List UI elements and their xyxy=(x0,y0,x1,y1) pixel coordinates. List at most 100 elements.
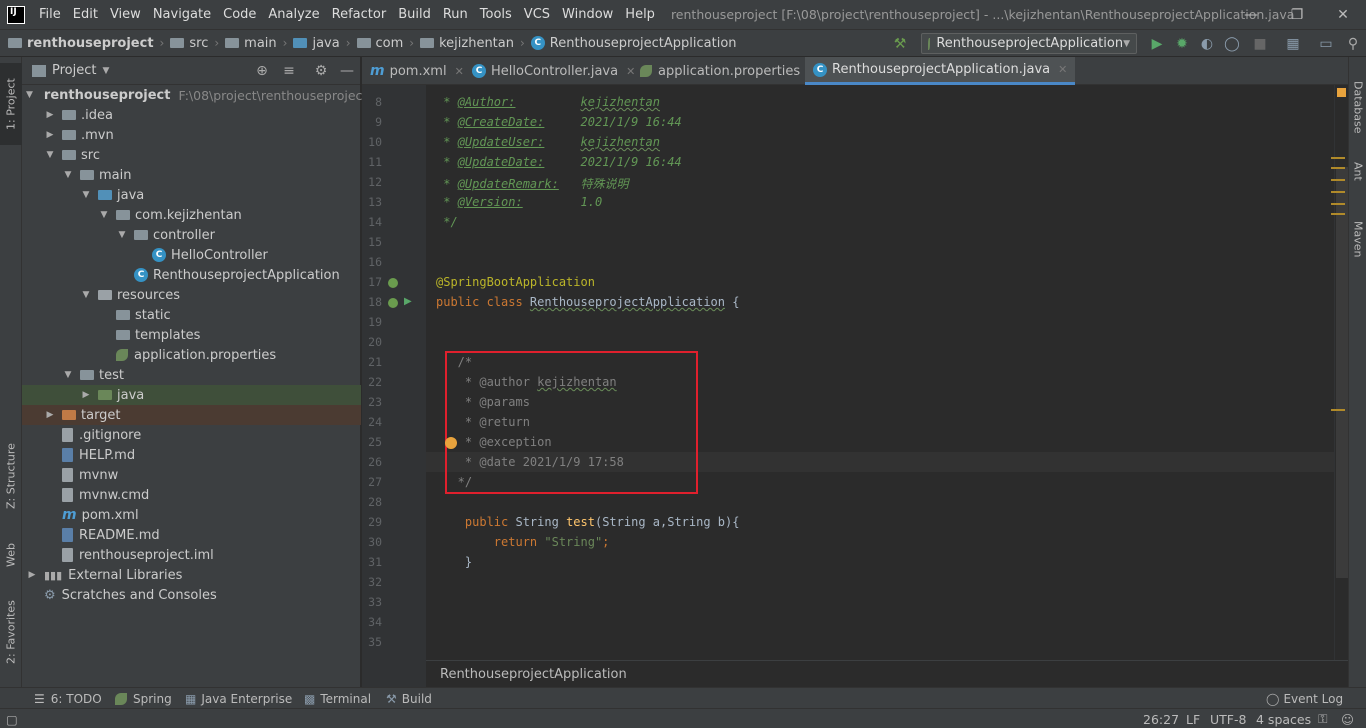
tree-item[interactable]: m pom.xml xyxy=(22,505,361,525)
run-configuration-select[interactable]: RenthouseprojectApplication ▼ xyxy=(921,33,1137,54)
menu-tools[interactable]: Tools xyxy=(474,0,518,29)
tab-application-properties[interactable]: application.properties ✕ xyxy=(632,57,825,85)
caret-position[interactable]: 26:27 xyxy=(1143,709,1179,728)
menu-analyze[interactable]: Analyze xyxy=(262,0,325,29)
chevron-right-icon[interactable]: ▶ xyxy=(44,130,56,140)
maven-tool-tab[interactable]: Maven xyxy=(1349,209,1366,269)
tree-item[interactable]: ▼ resources xyxy=(22,285,361,305)
minimize-icon[interactable]: — xyxy=(1228,0,1274,29)
menu-run[interactable]: Run xyxy=(437,0,474,29)
project-structure-icon[interactable]: ▦ xyxy=(1283,34,1303,54)
tree-item[interactable]: C RenthouseprojectApplication xyxy=(22,265,361,285)
chevron-right-icon[interactable]: ▶ xyxy=(26,570,38,580)
build-tool-tab[interactable]: ⚒ Build xyxy=(386,688,432,709)
web-tool-tab[interactable]: Web xyxy=(0,527,22,583)
hide-icon[interactable]: — xyxy=(339,63,355,79)
tree-item[interactable]: ▼ main xyxy=(22,165,361,185)
event-log-tool-tab[interactable]: ◯ Event Log xyxy=(1266,688,1343,709)
menu-navigate[interactable]: Navigate xyxy=(147,0,217,29)
toolbox-icon[interactable]: ▭ xyxy=(1316,34,1336,54)
tree-item[interactable]: ▼ renthouseproject F:\08\project\renthouse… xyxy=(22,85,367,105)
tree-item[interactable]: ▶ .mvn xyxy=(22,125,361,145)
menu-view[interactable]: View xyxy=(104,0,147,29)
menu-build[interactable]: Build xyxy=(392,0,437,29)
tree-item[interactable]: static xyxy=(22,305,361,325)
crumb-src[interactable]: src › xyxy=(170,36,225,51)
structure-tool-tab[interactable]: Z: Structure xyxy=(0,433,22,519)
collapse-all-icon[interactable]: ≡ xyxy=(281,63,297,79)
tree-item[interactable]: HELP.md xyxy=(22,445,361,465)
tree-item[interactable]: ▼ controller xyxy=(22,225,361,245)
chevron-down-icon[interactable]: ▼ xyxy=(98,210,110,220)
spring-tool-tab[interactable]: Spring xyxy=(115,688,172,709)
debug-icon[interactable]: ✹ xyxy=(1172,34,1192,54)
profile-icon[interactable]: ◯ xyxy=(1222,34,1242,54)
menu-window[interactable]: Window xyxy=(556,0,619,29)
todo-tool-tab[interactable]: ☰ 6: TODO xyxy=(34,688,102,709)
toggle-tool-windows-icon[interactable]: ▢ xyxy=(6,709,18,728)
lock-icon[interactable]: ⚿ xyxy=(1318,709,1328,728)
run-gutter-icon[interactable]: ▶ xyxy=(404,296,412,307)
chevron-down-icon[interactable]: ▼ xyxy=(116,230,128,240)
chevron-right-icon[interactable]: ▶ xyxy=(44,110,56,120)
editor-breadcrumb[interactable]: RenthouseprojectApplication xyxy=(426,660,1348,687)
tab-pom-xml[interactable]: m pom.xml ✕ xyxy=(362,57,472,85)
tab-hello-controller[interactable]: C HelloController.java ✕ xyxy=(464,57,643,85)
database-tool-tab[interactable]: Database xyxy=(1349,67,1366,147)
menu-edit[interactable]: Edit xyxy=(67,0,104,29)
stop-icon[interactable]: ■ xyxy=(1250,34,1270,54)
search-icon[interactable]: ⚲ xyxy=(1343,34,1363,54)
tab-renthouseproject-application[interactable]: C RenthouseprojectApplication.java ✕ xyxy=(805,57,1076,85)
chevron-down-icon[interactable]: ▼ xyxy=(80,190,92,200)
editor-error-stripe[interactable] xyxy=(1331,85,1348,660)
line-separator[interactable]: LF xyxy=(1186,709,1200,728)
crumb-java[interactable]: java › xyxy=(293,36,356,51)
tree-item[interactable]: ▶ ▮▮▮ External Libraries xyxy=(22,565,361,585)
chevron-right-icon[interactable]: ▶ xyxy=(80,390,92,400)
chevron-down-icon[interactable]: ▼ xyxy=(62,370,74,380)
crumb-main[interactable]: main › xyxy=(225,36,293,51)
coverage-icon[interactable]: ◐ xyxy=(1197,34,1217,54)
tree-item[interactable]: renthouseproject.iml xyxy=(22,545,361,565)
tree-item[interactable]: ▼ com.kejizhentan xyxy=(22,205,361,225)
menu-vcs[interactable]: VCS xyxy=(518,0,556,29)
spring-bean-icon[interactable] xyxy=(388,278,398,288)
chevron-down-icon[interactable]: ▼ xyxy=(62,170,74,180)
scrollbar-thumb[interactable] xyxy=(1336,167,1348,578)
tree-item[interactable]: ▶ .idea xyxy=(22,105,361,125)
tree-item[interactable]: C HelloController xyxy=(22,245,361,265)
menu-help[interactable]: Help xyxy=(619,0,661,29)
terminal-tool-tab[interactable]: ▩ Terminal xyxy=(304,688,371,709)
close-tab-icon[interactable]: ✕ xyxy=(1058,63,1067,76)
tree-item[interactable]: ▼ test xyxy=(22,365,361,385)
indent-setting[interactable]: 4 spaces xyxy=(1256,709,1311,728)
menu-file[interactable]: File xyxy=(33,0,67,29)
tree-item[interactable]: .gitignore xyxy=(22,425,361,445)
ant-tool-tab[interactable]: Ant xyxy=(1349,151,1366,191)
gear-icon[interactable]: ⚙ xyxy=(313,63,329,79)
chevron-down-icon[interactable]: ▼ xyxy=(44,150,56,160)
tree-item[interactable]: ▼ src xyxy=(22,145,361,165)
locate-icon[interactable]: ⊕ xyxy=(254,63,270,79)
tree-item[interactable]: ▶ target xyxy=(22,405,361,425)
spring-bean-icon[interactable] xyxy=(388,298,398,308)
crumb-class[interactable]: C RenthouseprojectApplication xyxy=(530,36,737,51)
chevron-right-icon[interactable]: ▶ xyxy=(44,410,56,420)
lightbulb-icon[interactable] xyxy=(445,437,457,449)
tree-item[interactable]: templates xyxy=(22,325,361,345)
restore-icon[interactable]: ❐ xyxy=(1274,0,1320,29)
menu-refactor[interactable]: Refactor xyxy=(326,0,393,29)
run-icon[interactable]: ▶ xyxy=(1147,34,1167,54)
tree-item[interactable]: mvnw.cmd xyxy=(22,485,361,505)
chevron-down-icon[interactable]: ▼ xyxy=(80,290,92,300)
tree-item[interactable]: ▶ java xyxy=(22,385,361,405)
tree-item[interactable]: README.md xyxy=(22,525,361,545)
close-icon[interactable]: ✕ xyxy=(1320,0,1366,29)
inspector-icon[interactable]: ☺ xyxy=(1341,709,1354,728)
build-hammer-icon[interactable]: ⚒ xyxy=(890,34,910,54)
crumb-com[interactable]: com › xyxy=(356,36,421,51)
java-enterprise-tool-tab[interactable]: ▦ Java Enterprise xyxy=(185,688,292,709)
tree-item[interactable]: mvnw xyxy=(22,465,361,485)
tree-item[interactable]: ⚙ Scratches and Consoles xyxy=(22,585,361,605)
favorites-tool-tab[interactable]: 2: Favorites xyxy=(0,587,22,677)
